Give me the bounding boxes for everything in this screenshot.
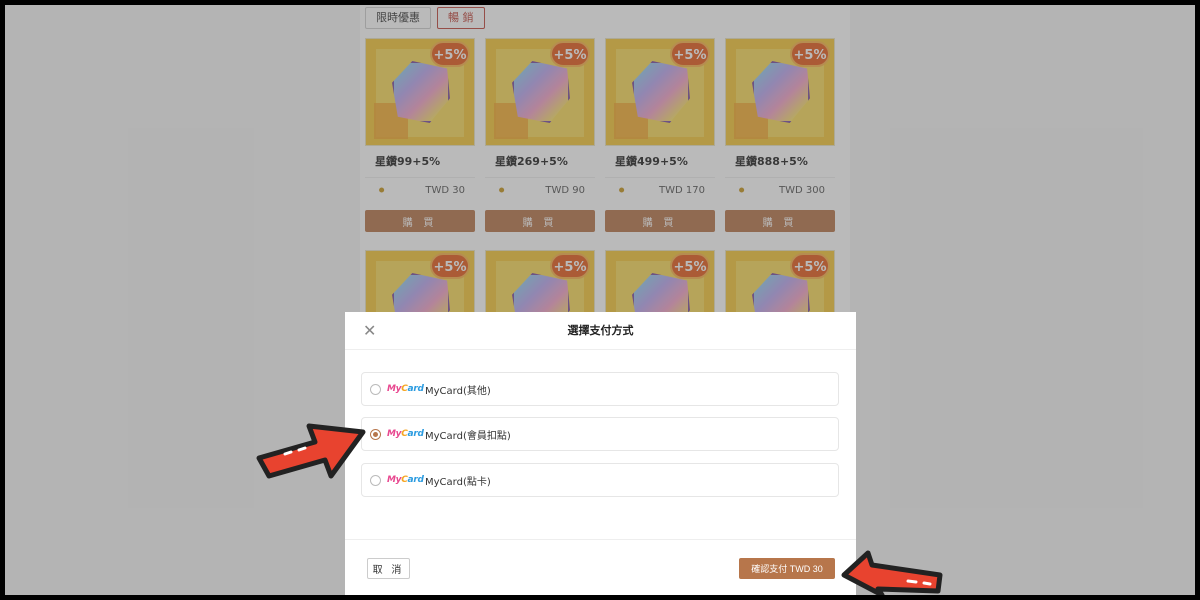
mycard-logo-icon: MyCard [387,429,424,439]
arrow-left-icon [841,550,943,595]
radio-button[interactable] [370,383,381,395]
dialog-footer: 取 消 確認支付 TWD 30 [345,539,856,595]
dialog-header: ✕ 選擇支付方式 [345,312,856,350]
arrow-right-icon [256,423,366,479]
payment-option-mycard-other[interactable]: MyCard MyCard(其他) [361,372,839,406]
payment-method-dialog: ✕ 選擇支付方式 MyCard MyCard(其他) MyCard MyCard… [345,312,856,595]
radio-button[interactable] [370,474,381,486]
payment-option-label: MyCard(點卡) [425,476,491,488]
payment-option-mycard-member[interactable]: MyCard MyCard(會員扣點) [361,417,839,451]
dialog-title: 選擇支付方式 [567,324,634,337]
mycard-logo-icon: MyCard [387,475,424,485]
radio-button-selected[interactable] [370,428,381,440]
cancel-button[interactable]: 取 消 [367,558,410,579]
confirm-payment-button[interactable]: 確認支付 TWD 30 [739,558,835,579]
close-icon[interactable]: ✕ [363,321,376,340]
mycard-logo-icon: MyCard [387,384,424,394]
payment-option-label: MyCard(其他) [425,385,491,397]
payment-option-label: MyCard(會員扣點) [425,430,511,442]
screen: 限時優惠 暢 銷 +5% 星鑽99+5% ⚫ TWD 30 購 買 +5% 星鑽… [5,5,1195,595]
payment-option-mycard-card[interactable]: MyCard MyCard(點卡) [361,463,839,497]
